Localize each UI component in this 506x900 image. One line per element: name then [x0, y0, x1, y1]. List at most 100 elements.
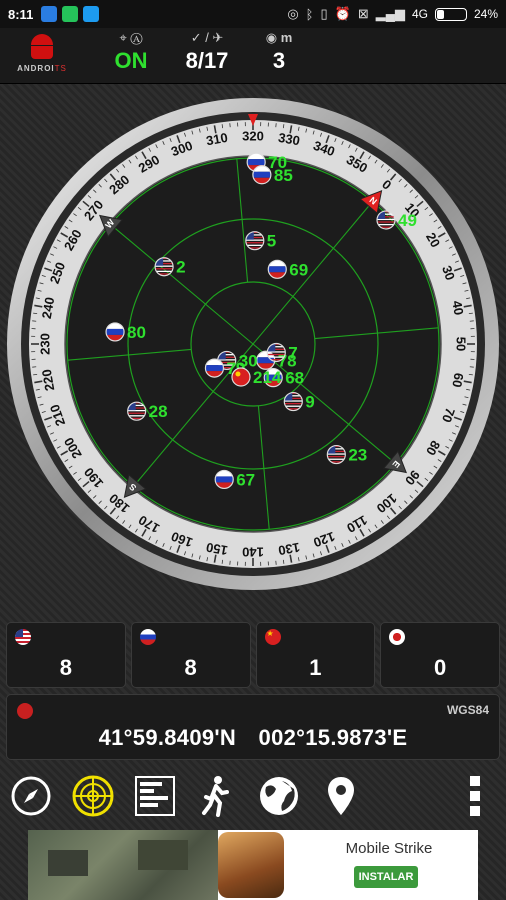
status-time: 8:11	[8, 6, 34, 22]
latitude-value: 41°59.8409'N	[98, 725, 237, 750]
vibrate-icon: ▯	[320, 6, 328, 21]
walk-button[interactable]	[186, 766, 248, 826]
constellation-summary: 8 8 ★ 1 0	[6, 622, 500, 688]
satellite-marker: 2	[154, 257, 186, 277]
walk-icon	[202, 776, 229, 817]
satellite-marker: 7	[266, 342, 298, 362]
ad-install-button[interactable]: INSTALAR	[354, 866, 418, 888]
compass-tick	[468, 373, 473, 376]
compass-degree-label: 40	[449, 299, 466, 316]
world-button[interactable]	[248, 766, 310, 826]
beidou-count: 1	[309, 655, 322, 680]
us-flag-icon	[15, 629, 31, 645]
app-logo[interactable]: ANDROITS	[12, 32, 72, 82]
compass-degree-label: 320	[242, 128, 264, 143]
satellite-id: 85	[274, 166, 293, 185]
twitter-icon	[83, 6, 100, 22]
satellite-radar[interactable]: 0 10 20 30 40 50 60 70 80 90 100 110 120 130 140 150 160…	[0, 84, 506, 614]
compass-degree-label: 50	[454, 337, 469, 351]
satellite-id: 23	[348, 446, 367, 465]
android-icon	[29, 32, 55, 60]
header-bar: ANDROITS ⌖ Ⓐ ON ✓ / ✈ 8/17 ◉ m 3	[0, 28, 506, 84]
ad-game-image	[28, 830, 218, 900]
satellite-count-value: 8/17	[185, 48, 229, 73]
gps-fix-icon: ⌖ Ⓐ	[119, 30, 143, 45]
compass-tick	[221, 559, 224, 564]
no-sim-icon: ⊠	[357, 6, 369, 21]
gps-count-card[interactable]: 8	[6, 622, 126, 688]
satellite-count: ✓ / ✈ 8/17	[172, 30, 242, 74]
satellite-marker: 5	[245, 231, 276, 251]
satellite-id: 68	[285, 369, 304, 388]
gps-count: 8	[59, 655, 72, 680]
globe-icon	[17, 703, 33, 719]
chart-icon	[135, 776, 175, 816]
location-icon: ◎	[287, 6, 299, 21]
bluetooth-icon: ᛒ	[305, 6, 314, 22]
radar-svg: 0102030405060708090100110120130140150160…	[7, 98, 499, 590]
satellite-marker: 214	[231, 367, 282, 387]
satellite-id: 28	[149, 402, 168, 421]
accuracy: ◉ m 3	[256, 30, 302, 74]
logo-label: ANDROITS	[17, 64, 67, 73]
gps-status-value: ON	[114, 48, 148, 73]
ad-app-icon	[218, 832, 284, 898]
battery-icon	[434, 7, 467, 21]
longitude-value: 002°15.9873'E	[258, 725, 408, 750]
cn-flag-icon: ★	[264, 629, 281, 645]
ru-flag-icon	[139, 629, 156, 645]
satellite-id: 80	[127, 323, 146, 342]
bottom-toolbar	[0, 766, 506, 826]
qzss-count-card[interactable]: 0	[380, 622, 500, 688]
accuracy-unit: m	[280, 30, 293, 45]
signal-chart-button[interactable]	[124, 766, 186, 826]
satellite-id: 69	[289, 260, 308, 279]
status-bar: 8:11 ◎ ᛒ ▯ ⏰ ⊠ ▂▄▆ 4G 24%	[0, 0, 506, 28]
ad-title: Mobile Strike	[345, 840, 433, 857]
compass-tick	[33, 373, 38, 376]
satellite-marker: 9	[283, 391, 315, 412]
gps-status: ⌖ Ⓐ ON	[108, 30, 154, 74]
accuracy-value: 3	[272, 48, 286, 73]
more-icon	[470, 776, 480, 816]
signal-icon: ▂▄▆	[375, 6, 405, 21]
radar-icon	[72, 775, 114, 817]
compass-tick	[468, 312, 473, 315]
compass-degree-label: 140	[242, 545, 264, 560]
network-type: 4G	[411, 7, 428, 21]
satellite-icon: ✓ / ✈	[190, 30, 224, 45]
location-button[interactable]	[310, 766, 372, 826]
compass-icon	[11, 776, 51, 816]
globe-icon	[260, 777, 298, 815]
compass-degree-label: 60	[449, 372, 466, 389]
satellite-id: 214	[253, 368, 282, 387]
jp-flag-icon	[389, 629, 406, 645]
compass-tick	[282, 124, 285, 129]
compass-degree-label: 230	[37, 333, 52, 355]
compass-tick	[33, 312, 38, 315]
datum-label: WGS84	[446, 703, 489, 717]
satellite-id: 5	[267, 232, 276, 251]
coordinates: 41°59.8409'N 002°15.9873'E	[7, 725, 499, 751]
location-panel[interactable]: WGS84 41°59.8409'N 002°15.9873'E	[6, 694, 500, 760]
radar-button[interactable]	[62, 766, 124, 826]
satellite-id: 9	[305, 393, 314, 412]
menu-button[interactable]	[444, 766, 506, 826]
accuracy-icon: ◉ m	[265, 30, 293, 45]
battery-percent: 24%	[473, 7, 498, 21]
compass-tick	[282, 559, 285, 564]
compass-button[interactable]	[0, 766, 62, 826]
beidou-count-card[interactable]: ★ 1	[255, 622, 376, 688]
glonass-count-card[interactable]: 8	[130, 622, 251, 688]
map-pin-icon	[328, 777, 354, 815]
compass-tick	[221, 124, 224, 129]
glonass-count: 8	[184, 655, 197, 680]
satellite-id: 49	[398, 211, 417, 230]
satellite-id: 2	[176, 258, 185, 277]
whatsapp-icon	[62, 6, 79, 22]
app-notification-icon	[41, 6, 58, 22]
satellite-id: 67	[236, 470, 255, 489]
ad-banner[interactable]: Mobile Strike INSTALAR	[28, 830, 478, 900]
alarm-icon: ⏰	[334, 6, 351, 21]
qzss-count: 0	[434, 655, 447, 680]
